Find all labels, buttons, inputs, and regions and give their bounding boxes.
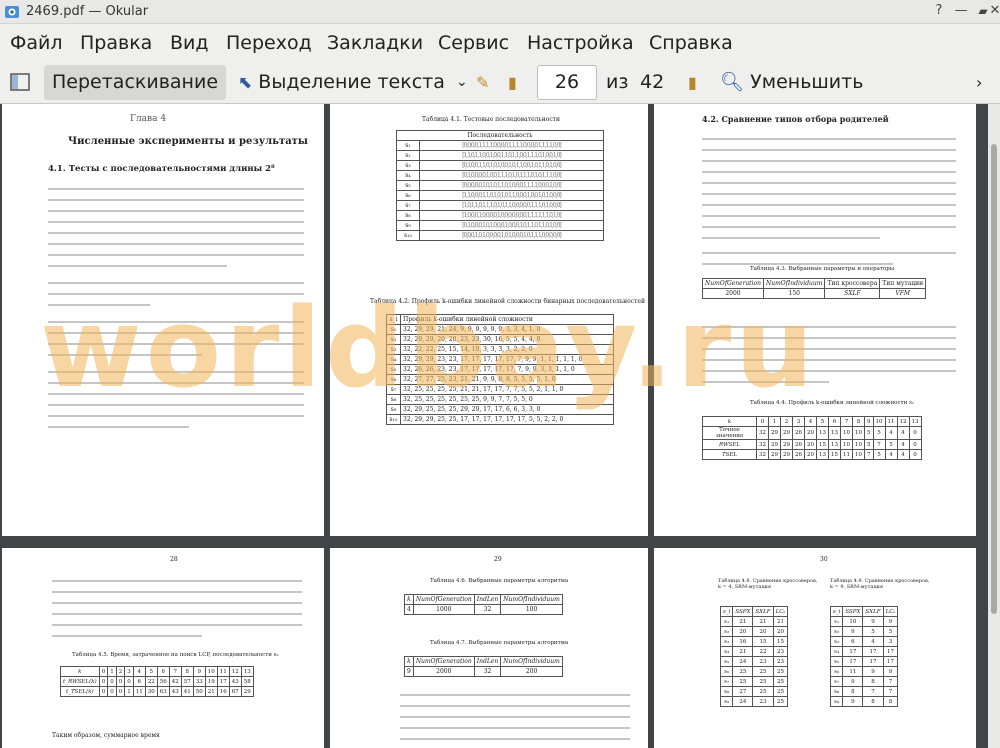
page-number: 28 bbox=[170, 556, 178, 563]
pdf-page-28: 28 Таблица 4.5. Время, затраченное на по… bbox=[2, 548, 324, 748]
page-number: 29 bbox=[494, 556, 502, 563]
menu-tools[interactable]: Сервис bbox=[438, 32, 509, 54]
help-icon[interactable]: ? bbox=[930, 2, 948, 20]
body-text bbox=[400, 694, 630, 748]
params-table-4-7: k NumOfGeneration IndLen NumOfIndividuum… bbox=[404, 656, 563, 677]
table-caption-4-1: Таблица 4.1. Тестовые последовательности bbox=[422, 116, 560, 123]
magnifier-icon: 🔍︎ bbox=[720, 71, 745, 93]
minimize-icon[interactable]: — bbox=[952, 2, 970, 20]
title-bar: 2469.pdf — Okular ? — ▰ ✕ bbox=[0, 0, 1000, 24]
table-caption-4-6: Таблица 4.6. Выбранные параметры алгорит… bbox=[430, 578, 569, 584]
menu-bookmarks[interactable]: Закладки bbox=[327, 32, 423, 54]
previous-page-icon[interactable]: ▮ bbox=[500, 65, 525, 100]
menu-go[interactable]: Переход bbox=[226, 32, 312, 54]
close-icon[interactable]: ✕ bbox=[986, 2, 1000, 20]
scrollbar-thumb[interactable] bbox=[991, 144, 997, 614]
zoom-out-button[interactable]: 🔍︎ Уменьшить bbox=[712, 65, 871, 100]
watermark-text: worldbay.ru bbox=[40, 284, 818, 412]
section-heading: 4.1. Тесты с последовательностями длины … bbox=[48, 164, 275, 174]
cursor-arrow-icon: ⬉ bbox=[238, 73, 253, 93]
sequences-table: Последовательность s₁ [0,0,0,0,1,1,1,1,0,… bbox=[396, 130, 605, 241]
highlighter-icon[interactable]: ✎ bbox=[468, 65, 497, 100]
menu-file[interactable]: Файл bbox=[10, 32, 63, 54]
crossover-table-k9: s_i SSPX SXLF LCₖ s₁ 10 9 9 s₂ 9 5 5 s₃ 6 4 3 s₄ 17 17… bbox=[829, 606, 899, 707]
window-title: 2469.pdf — Okular bbox=[26, 4, 149, 19]
text-select-label: Выделение текста bbox=[258, 71, 445, 93]
text-select-button[interactable]: ⬉ Выделение текста bbox=[236, 65, 453, 100]
body-tail-text: Таким образом, суммарное время bbox=[52, 732, 160, 739]
body-text bbox=[702, 138, 956, 274]
menu-bar: Файл Правка Вид Переход Закладки Сервис … bbox=[0, 24, 1000, 62]
pdf-page-30: 30 Таблица 4.8. Сравнение кроссоверов, k… bbox=[654, 548, 976, 748]
time-table: k 0 1 2 3 4 5 6 7 8 9 10 11 12 13 t_RWSEL(k) 0 0 0 0 6 22 5… bbox=[60, 666, 254, 697]
table-caption-4-3: Таблица 4.3. Выбранные параметры и опера… bbox=[750, 266, 895, 272]
vertical-scrollbar[interactable] bbox=[988, 104, 1000, 748]
sidebar-toggle-icon[interactable] bbox=[2, 65, 36, 100]
document-viewer[interactable]: Глава 4 Численные эксперименты и результ… bbox=[0, 104, 1000, 748]
of-label: из bbox=[606, 71, 629, 93]
chapter-title: Численные эксперименты и результаты bbox=[68, 136, 308, 147]
pdf-page-29: 29 Таблица 4.6. Выбранные параметры алго… bbox=[330, 548, 648, 748]
params-table-4-6: k NumOfGeneration IndLen NumOfIndividuum… bbox=[404, 594, 563, 615]
total-pages-label: 42 bbox=[640, 71, 665, 93]
table-caption-4-8: Таблица 4.8. Сравнение кроссоверов, k = … bbox=[718, 578, 818, 590]
menu-view[interactable]: Вид bbox=[170, 32, 209, 54]
column-header: Последовательность bbox=[396, 130, 604, 141]
page-number-input[interactable]: 26 bbox=[537, 65, 597, 100]
zoom-out-label: Уменьшить bbox=[750, 71, 864, 93]
okular-app-icon bbox=[5, 6, 19, 18]
table-caption-4-7: Таблица 4.7. Выбранные параметры алгорит… bbox=[430, 640, 569, 646]
menu-edit[interactable]: Правка bbox=[80, 32, 152, 54]
crossover-table-k4: s_i SSPX SXLF LCₖ s₁ 21 21 21 s₂ 20 20 20 s₃ 16 15 1… bbox=[719, 606, 789, 707]
drag-mode-button[interactable]: Перетаскивание bbox=[44, 65, 227, 100]
chapter-label: Глава 4 bbox=[130, 114, 167, 124]
next-page-icon[interactable]: ▮ bbox=[680, 65, 705, 100]
page-number: 30 bbox=[820, 556, 828, 563]
menu-help[interactable]: Справка bbox=[649, 32, 733, 54]
body-text bbox=[52, 580, 302, 646]
toolbar-overflow-icon[interactable]: › bbox=[968, 65, 990, 100]
k-profile-table: k 0 1 2 3 4 5 6 7 8 9 10 11 12 13 Точное значение 32 2… bbox=[702, 416, 922, 460]
table-caption-4-9: Таблица 4.9. Сравнение кроссоверов, k = … bbox=[830, 578, 930, 590]
main-toolbar: Перетаскивание ⬉ Выделение текста ⌄ ✎ ▮ … bbox=[0, 62, 1000, 104]
menu-settings[interactable]: Настройка bbox=[527, 32, 634, 54]
section-heading-4-2: 4.2. Сравнение типов отбора родителей bbox=[702, 114, 889, 124]
table-caption-4-5: Таблица 4.5. Время, затраченное на поиск… bbox=[72, 652, 279, 658]
